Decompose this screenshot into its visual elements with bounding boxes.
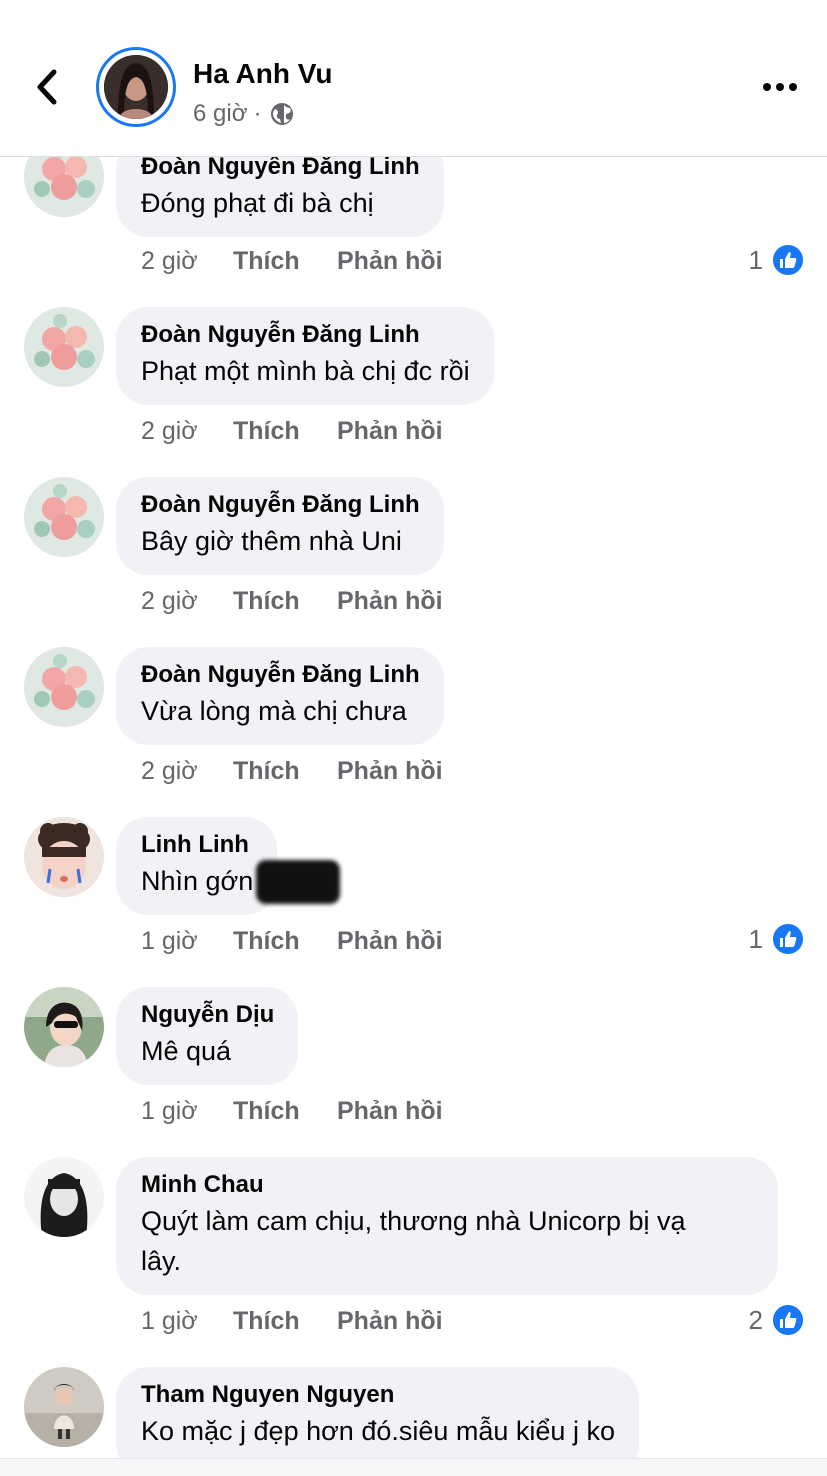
like-button[interactable]: Thích: [233, 757, 337, 786]
reaction-count[interactable]: 1: [749, 922, 805, 956]
comment-time[interactable]: 2 giờ: [141, 587, 233, 616]
commenter-avatar[interactable]: [24, 477, 104, 557]
comment-text-line: lây.: [141, 1246, 182, 1276]
reaction-number: 1: [748, 244, 763, 275]
comment-actions: 2 giờ Thích Phản hồi: [141, 757, 443, 786]
comment-actions: 1 giờ Thích Phản hồi: [141, 1097, 443, 1126]
comment-author[interactable]: Tham Nguyen Nguyen: [141, 1379, 615, 1411]
comment-text: Đóng phạt đi bà chị: [141, 188, 374, 218]
redaction-mark: [256, 860, 340, 904]
comment-time[interactable]: 1 giờ: [141, 927, 233, 956]
author-avatar-ring[interactable]: [96, 47, 176, 127]
comment-author[interactable]: Nguyễn Dịu: [141, 999, 274, 1031]
comment-time[interactable]: 1 giờ: [141, 1307, 233, 1336]
comment-author[interactable]: Minh Chau: [141, 1169, 754, 1201]
like-thumb-icon: [771, 1303, 805, 1337]
reply-button[interactable]: Phản hồi: [337, 247, 443, 276]
post-time[interactable]: 6 giờ: [193, 100, 247, 128]
comment-bubble[interactable]: Minh Chau Quýt làm cam chịu, thương nhà …: [116, 1157, 778, 1295]
commenter-avatar[interactable]: [24, 647, 104, 727]
reply-button[interactable]: Phản hồi: [337, 1307, 443, 1336]
comment-author[interactable]: Đoàn Nguyễn Đăng Linh: [141, 489, 420, 521]
comment-text: Bây giờ thêm nhà Uni: [141, 526, 402, 556]
globe-icon: [271, 103, 294, 125]
like-button[interactable]: Thích: [233, 927, 337, 956]
comment-actions: 2 giờ Thích Phản hồi: [141, 247, 443, 276]
reply-button[interactable]: Phản hồi: [337, 1097, 443, 1126]
comment-time[interactable]: 2 giờ: [141, 417, 233, 446]
comment-bubble[interactable]: Linh Linh Nhìn gớn: [116, 817, 278, 915]
post-author-name[interactable]: Ha Anh Vu: [193, 58, 332, 90]
comment-bubble[interactable]: Đoàn Nguyễn Đăng Linh Phạt một mình bà c…: [116, 307, 494, 405]
like-button[interactable]: Thích: [233, 247, 337, 276]
reaction-number: 1: [748, 923, 763, 954]
commenter-avatar[interactable]: [24, 1157, 104, 1237]
commenter-avatar[interactable]: [24, 1367, 104, 1447]
comment-actions: 2 giờ Thích Phản hồi: [141, 587, 443, 616]
like-button[interactable]: Thích: [233, 587, 337, 616]
commenter-avatar[interactable]: [24, 307, 104, 387]
comment-bubble[interactable]: Đoàn Nguyễn Đăng Linh Vừa lòng mà chị ch…: [116, 647, 444, 745]
commenter-avatar[interactable]: [24, 987, 104, 1067]
back-arrow-icon: [37, 69, 57, 105]
bottom-edge: [0, 1458, 827, 1476]
back-button[interactable]: [28, 62, 68, 112]
comment-actions: 2 giờ Thích Phản hồi: [141, 417, 443, 446]
author-avatar[interactable]: [104, 55, 168, 119]
post-meta: 6 giờ ·: [193, 100, 295, 128]
comment-time[interactable]: 2 giờ: [141, 247, 233, 276]
comment-time[interactable]: 1 giờ: [141, 1097, 233, 1126]
comment-text: Mê quá: [141, 1036, 232, 1066]
comment-text: Nhìn gớn: [141, 866, 254, 896]
reaction-number: 2: [748, 1304, 763, 1335]
like-thumb-icon: [771, 922, 805, 956]
reply-button[interactable]: Phản hồi: [337, 587, 443, 616]
post-header: Ha Anh Vu 6 giờ ·: [0, 0, 827, 157]
comment-actions: 1 giờ Thích Phản hồi: [141, 1307, 443, 1336]
comment-actions: 1 giờ Thích Phản hồi: [141, 927, 443, 956]
meta-separator: ·: [253, 100, 262, 127]
comment-bubble[interactable]: Nguyễn Dịu Mê quá: [116, 987, 299, 1085]
reaction-count[interactable]: 2: [749, 1303, 805, 1337]
comment-text: Ko mặc j đẹp hơn đó.siêu mẫu kiểu j ko: [141, 1416, 615, 1446]
like-button[interactable]: Thích: [233, 1097, 337, 1126]
reply-button[interactable]: Phản hồi: [337, 927, 443, 956]
comment-author[interactable]: Linh Linh: [141, 829, 253, 861]
comment-text-line: Quýt làm cam chịu, thương nhà Unicorp bị…: [141, 1206, 686, 1236]
reply-button[interactable]: Phản hồi: [337, 417, 443, 446]
comment-text: Phạt một mình bà chị đc rồi: [141, 356, 470, 386]
reply-button[interactable]: Phản hồi: [337, 757, 443, 786]
like-button[interactable]: Thích: [233, 1307, 337, 1336]
more-icon: [763, 83, 797, 91]
more-options-button[interactable]: [760, 72, 800, 102]
commenter-avatar[interactable]: [24, 817, 104, 897]
like-thumb-icon: [771, 243, 805, 277]
reaction-count[interactable]: 1: [749, 243, 805, 277]
comment-bubble[interactable]: Đoàn Nguyễn Đăng Linh Bây giờ thêm nhà U…: [116, 477, 444, 575]
comment-author[interactable]: Đoàn Nguyễn Đăng Linh: [141, 659, 420, 691]
comment-text: Vừa lòng mà chị chưa: [141, 696, 407, 726]
like-button[interactable]: Thích: [233, 417, 337, 446]
comment-time[interactable]: 2 giờ: [141, 757, 233, 786]
comment-author[interactable]: Đoàn Nguyễn Đăng Linh: [141, 319, 470, 351]
